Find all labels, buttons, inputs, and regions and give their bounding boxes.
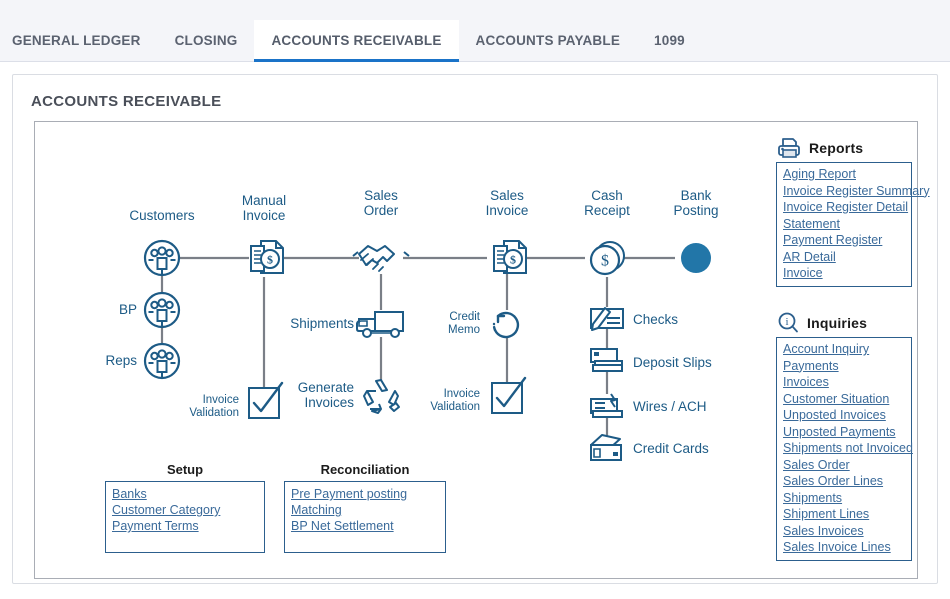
report-link-ar-detail[interactable]: AR Detail: [783, 249, 905, 266]
inquiry-link-invoices[interactable]: Invoices: [783, 374, 905, 391]
inquiry-link-unposted-payments[interactable]: Unposted Payments: [783, 424, 905, 441]
node-label-manual-invoice: Manual Invoice: [219, 193, 309, 223]
reports-panel-title: Reports: [809, 140, 863, 156]
node-label-credit-memo: Credit Memo: [414, 311, 480, 337]
reports-panel: Reports Aging Report Invoice Register Su…: [776, 136, 912, 287]
report-link-invoice-register-detail[interactable]: Invoice Register Detail: [783, 199, 905, 216]
page-title: ACCOUNTS RECEIVABLE: [31, 93, 221, 110]
tab-label: CLOSING: [175, 33, 238, 48]
process-flow-diagram: $: [34, 121, 918, 579]
inquiry-link-customer-situation[interactable]: Customer Situation: [783, 391, 905, 408]
inquiry-link-sales-order[interactable]: Sales Order: [783, 457, 905, 474]
report-link-invoice-register-summary[interactable]: Invoice Register Summary: [783, 183, 905, 200]
svg-text:i: i: [785, 316, 788, 328]
inquiries-panel: i Inquiries Account Inquiry Payments Inv…: [776, 311, 912, 561]
reports-list: Aging Report Invoice Register Summary In…: [776, 162, 912, 287]
setup-card: Setup Banks Customer Category Payment Te…: [105, 462, 265, 553]
inquiries-panel-header: i Inquiries: [776, 311, 912, 335]
tab-label: ACCOUNTS RECEIVABLE: [271, 33, 441, 48]
inquiries-list: Account Inquiry Payments Invoices Custom…: [776, 337, 912, 561]
setup-card-title: Setup: [105, 462, 265, 477]
node-label-sales-order: Sales Order: [341, 188, 421, 218]
node-label-wires-ach: Wires / ACH: [633, 399, 763, 414]
reconciliation-card-body: Pre Payment posting Matching BP Net Sett…: [284, 481, 446, 553]
node-label-deposit-slips: Deposit Slips: [633, 355, 763, 370]
report-link-invoice[interactable]: Invoice: [783, 265, 905, 282]
setup-link-payment-terms[interactable]: Payment Terms: [112, 518, 258, 534]
reports-panel-header: Reports: [776, 136, 912, 160]
inquiry-link-payments[interactable]: Payments: [783, 358, 905, 375]
setup-link-banks[interactable]: Banks: [112, 486, 258, 502]
inquiries-panel-title: Inquiries: [807, 315, 867, 331]
node-label-sales-invoice: Sales Invoice: [467, 188, 547, 218]
inquiry-link-shipments[interactable]: Shipments: [783, 490, 905, 507]
reconciliation-card: Reconciliation Pre Payment posting Match…: [284, 462, 446, 553]
node-label-credit-cards: Credit Cards: [633, 441, 763, 456]
node-label-checks: Checks: [633, 312, 743, 327]
setup-link-customer-category[interactable]: Customer Category: [112, 502, 258, 518]
node-label-customers: Customers: [112, 208, 212, 223]
node-label-invoice-validation-1: Invoice Validation: [159, 394, 239, 420]
inquiry-link-sales-invoices[interactable]: Sales Invoices: [783, 523, 905, 540]
node-label-generate-invoices: Generate Invoices: [264, 380, 354, 410]
reconciliation-link-pre-payment-posting[interactable]: Pre Payment posting: [291, 486, 439, 502]
reconciliation-card-title: Reconciliation: [284, 462, 446, 477]
printer-icon: [776, 136, 802, 160]
inquiry-link-sales-order-lines[interactable]: Sales Order Lines: [783, 473, 905, 490]
node-label-cash-receipt: Cash Receipt: [567, 188, 647, 218]
magnifier-info-icon: i: [776, 311, 800, 335]
tab-closing[interactable]: CLOSING: [158, 20, 255, 61]
reconciliation-link-matching[interactable]: Matching: [291, 502, 439, 518]
content-panel: ACCOUNTS RECEIVABLE: [12, 74, 938, 584]
inquiry-link-shipments-not-invoiced[interactable]: Shipments not Invoiced: [783, 440, 905, 457]
inquiry-link-sales-invoice-lines[interactable]: Sales Invoice Lines: [783, 539, 905, 556]
node-label-reps: Reps: [83, 353, 137, 368]
reconciliation-link-bp-net-settlement[interactable]: BP Net Settlement: [291, 518, 439, 534]
tab-accounts-payable[interactable]: ACCOUNTS PAYABLE: [459, 20, 637, 61]
node-label-bank-posting: Bank Posting: [654, 188, 738, 218]
inquiry-link-account-inquiry[interactable]: Account Inquiry: [783, 341, 905, 358]
tab-label: GENERAL LEDGER: [12, 33, 141, 48]
report-link-payment-register[interactable]: Payment Register: [783, 232, 905, 249]
tab-label: ACCOUNTS PAYABLE: [476, 33, 620, 48]
report-link-statement[interactable]: Statement: [783, 216, 905, 233]
tab-1099[interactable]: 1099: [637, 20, 702, 61]
setup-card-body: Banks Customer Category Payment Terms: [105, 481, 265, 553]
node-label-invoice-validation-2: Invoice Validation: [402, 388, 480, 414]
tab-accounts-receivable[interactable]: ACCOUNTS RECEIVABLE: [254, 20, 458, 61]
node-label-shipments: Shipments: [254, 316, 354, 331]
inquiry-link-shipment-lines[interactable]: Shipment Lines: [783, 506, 905, 523]
bank-posting-node: [681, 243, 711, 273]
node-label-bp: BP: [93, 302, 137, 317]
main-tab-bar: GENERAL LEDGER CLOSING ACCOUNTS RECEIVAB…: [0, 0, 950, 62]
tab-label: 1099: [654, 33, 685, 48]
tab-general-ledger[interactable]: GENERAL LEDGER: [0, 20, 158, 61]
report-link-aging-report[interactable]: Aging Report: [783, 166, 905, 183]
inquiry-link-unposted-invoices[interactable]: Unposted Invoices: [783, 407, 905, 424]
